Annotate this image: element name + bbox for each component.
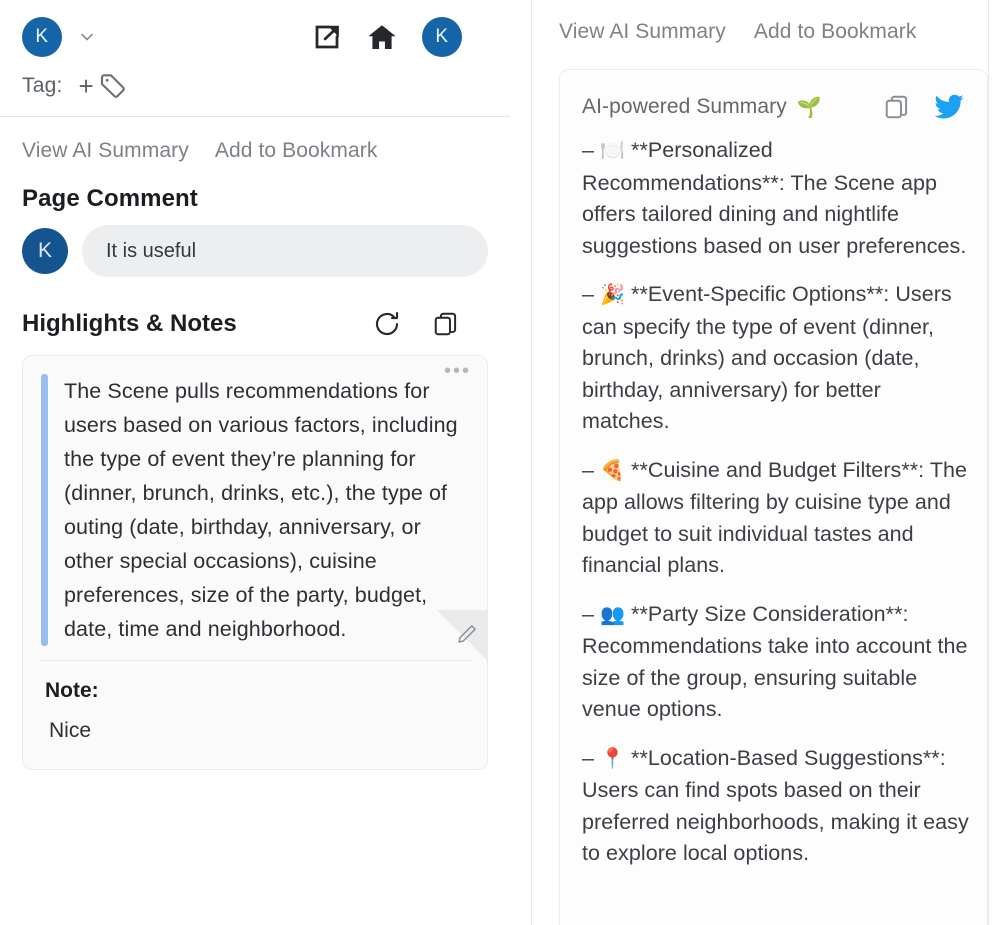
left-panel-body: View AI Summary Add to Bookmark Page Com… [0,117,510,770]
summary-bullet-2: – 🎉 **Event-Specific Options**: Users ca… [582,279,969,438]
bullet-marker: – [582,138,594,162]
highlights-notes-header: Highlights & Notes [22,287,488,353]
avatar[interactable]: K [22,17,62,57]
view-ai-summary-link[interactable]: View AI Summary [22,139,189,163]
home-icon[interactable] [366,21,398,53]
pencil-icon[interactable] [455,622,479,651]
tag-label: Tag: [22,74,63,98]
ai-summary-card-header: AI-powered Summary 🌱 [560,70,987,131]
highlights-action-icons [372,309,460,339]
bullet-text: **Personalized Recommendations**: The Sc… [582,138,966,258]
header-action-icons: K [312,17,462,57]
pizza-icon: 🍕 [600,460,625,482]
summary-action-icons [883,91,965,123]
left-panel-header: K [0,0,510,112]
plate-icon: 🍽️ [600,140,625,162]
account-toolbar-row: K [22,14,488,60]
bullet-text: **Party Size Consideration**: Recommenda… [582,602,968,722]
summary-bullet-3: – 🍕 **Cuisine and Budget Filters**: The … [582,455,969,582]
add-to-bookmark-link-right[interactable]: Add to Bookmark [754,20,917,44]
add-to-bookmark-link[interactable]: Add to Bookmark [215,139,378,163]
add-tag-plus[interactable]: + [79,73,94,99]
comment-avatar: K [22,228,68,274]
bullet-text: **Event-Specific Options**: Users can sp… [582,282,952,433]
ai-summary-bullet-list: – 🍽️ **Personalized Recommendations**: T… [560,131,987,870]
location-pin-icon: 📍 [600,748,625,770]
bullet-marker: – [582,458,594,482]
ai-summary-panel: View AI Summary Add to Bookmark AI-power… [533,0,1000,925]
profile-avatar[interactable]: K [422,17,462,57]
share-icon[interactable] [312,22,342,52]
bullet-text: **Location-Based Suggestions**: Users ca… [582,746,969,866]
bullet-marker: – [582,746,594,770]
view-ai-summary-link-right[interactable]: View AI Summary [559,20,726,44]
ai-summary-card: AI-powered Summary 🌱 [559,69,988,925]
summary-bullet-5: – 📍 **Location-Based Suggestions**: User… [582,743,969,870]
page-comment-row: K It is useful [22,223,488,287]
highlight-text: The Scene pulls recommendations for user… [64,374,469,646]
tag-row: Tag: + [22,60,488,112]
summary-bullet-1: – 🍽️ **Personalized Recommendations**: T… [582,135,969,262]
highlights-notes-title: Highlights & Notes [22,310,237,338]
comment-input[interactable]: It is useful [82,225,488,277]
highlight-more-menu-icon[interactable]: ••• [444,366,471,376]
note-text[interactable]: Nice [45,719,465,743]
seedling-icon: 🌱 [797,95,822,120]
summary-bullet-4: – 👥 **Party Size Consideration**: Recomm… [582,599,969,726]
twitter-icon[interactable] [933,91,965,123]
people-icon: 👥 [600,604,625,626]
copy-icon[interactable] [883,93,911,121]
highlight-color-bar [41,374,48,646]
ai-summary-title: AI-powered Summary [582,95,787,119]
party-popper-icon: 🎉 [600,284,625,306]
left-link-row: View AI Summary Add to Bookmark [22,117,488,171]
right-link-row: View AI Summary Add to Bookmark [559,0,1000,44]
chevron-down-icon[interactable] [76,26,98,48]
bullet-marker: – [582,282,594,306]
bullet-text: **Cuisine and Budget Filters**: The app … [582,458,967,578]
panel-divider [510,0,533,925]
highlight-card: The Scene pulls recommendations for user… [22,355,488,770]
note-label: Note: [45,679,465,703]
bullet-marker: – [582,602,594,626]
note-block: Note: Nice [23,661,487,769]
app-root: K [0,0,1000,925]
refresh-icon[interactable] [372,309,402,339]
copy-icon[interactable] [432,310,460,338]
left-sidebar-panel: K [0,0,510,925]
tag-icon[interactable] [98,71,128,101]
page-comment-title: Page Comment [22,171,488,223]
right-edge-divider [988,0,989,925]
highlight-quote-wrap: The Scene pulls recommendations for user… [23,356,487,660]
